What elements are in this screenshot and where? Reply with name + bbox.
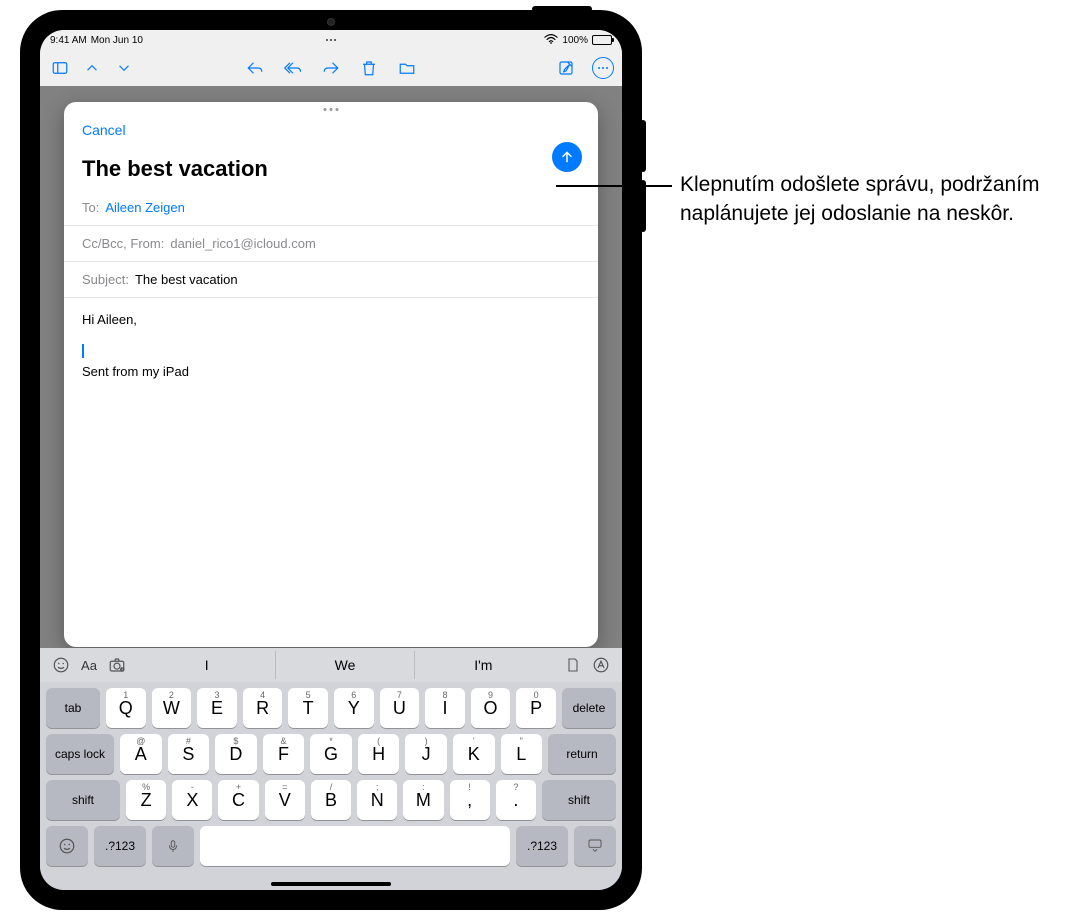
compose-icon[interactable] xyxy=(554,56,578,80)
compose-title: The best vacation xyxy=(82,156,580,182)
to-field[interactable]: To: Aileen Zeigen xyxy=(64,190,598,226)
key-shift-right[interactable]: shift xyxy=(542,780,616,820)
reply-all-icon[interactable] xyxy=(281,56,305,80)
key-k[interactable]: 'K xyxy=(453,734,495,774)
subject-field[interactable]: Subject: The best vacation xyxy=(64,262,598,298)
front-camera xyxy=(327,18,335,26)
key-l[interactable]: "L xyxy=(501,734,543,774)
key-p[interactable]: 0P xyxy=(516,688,556,728)
key-y[interactable]: 6Y xyxy=(334,688,374,728)
home-indicator[interactable] xyxy=(271,882,391,886)
format-text-icon[interactable]: Aa xyxy=(80,656,98,674)
trash-icon[interactable] xyxy=(357,56,381,80)
key-j[interactable]: )J xyxy=(405,734,447,774)
suggestion-word-2[interactable]: We xyxy=(275,651,413,679)
key-n[interactable]: ;N xyxy=(357,780,397,820)
key-comma[interactable]: !, xyxy=(450,780,490,820)
key-delete[interactable]: delete xyxy=(562,688,616,728)
subject-label: Subject: xyxy=(82,272,129,287)
markup-icon[interactable] xyxy=(592,656,610,674)
status-date: Mon Jun 10 xyxy=(91,35,143,46)
volume-down-button xyxy=(640,180,646,232)
key-s[interactable]: #S xyxy=(168,734,210,774)
screen: 9:41 AM Mon Jun 10 100% xyxy=(40,30,622,890)
send-button[interactable] xyxy=(552,142,582,172)
camera-icon[interactable]: + xyxy=(108,656,126,674)
key-h[interactable]: (H xyxy=(358,734,400,774)
key-emoji[interactable] xyxy=(46,826,88,866)
key-dictation[interactable] xyxy=(152,826,194,866)
suggestion-word-3[interactable]: I'm xyxy=(414,651,552,679)
key-c[interactable]: +C xyxy=(218,780,258,820)
chevron-up-icon[interactable] xyxy=(80,56,104,80)
key-b[interactable]: /B xyxy=(311,780,351,820)
suggestion-bar: Aa + I We I'm xyxy=(40,648,622,682)
key-f[interactable]: &F xyxy=(263,734,305,774)
key-e[interactable]: 3E xyxy=(197,688,237,728)
key-hide-keyboard[interactable] xyxy=(574,826,616,866)
key-capslock[interactable]: caps lock xyxy=(46,734,114,774)
key-r[interactable]: 4R xyxy=(243,688,283,728)
key-d[interactable]: $D xyxy=(215,734,257,774)
callout-text: Klepnutím odošlete správu, podržaním nap… xyxy=(680,170,1040,229)
status-bar: 9:41 AM Mon Jun 10 100% xyxy=(40,30,622,50)
ccbcc-label: Cc/Bcc, From: xyxy=(82,236,164,251)
ipad-frame: 9:41 AM Mon Jun 10 100% xyxy=(20,10,642,910)
mail-toolbar xyxy=(40,50,622,86)
ccbcc-field[interactable]: Cc/Bcc, From: daniel_rico1@icloud.com xyxy=(64,226,598,262)
email-body[interactable]: Hi Aileen, Sent from my iPad xyxy=(64,298,598,394)
key-space[interactable] xyxy=(200,826,510,866)
power-button xyxy=(532,6,592,12)
battery-percent: 100% xyxy=(562,35,588,46)
status-more-icon xyxy=(326,39,336,41)
key-q[interactable]: 1Q xyxy=(106,688,146,728)
key-o[interactable]: 9O xyxy=(471,688,511,728)
sidebar-toggle-icon[interactable] xyxy=(48,56,72,80)
key-w[interactable]: 2W xyxy=(152,688,192,728)
cancel-button[interactable]: Cancel xyxy=(82,122,126,156)
to-label: To: xyxy=(82,200,99,215)
wifi-icon xyxy=(544,33,558,48)
emoji-picker-icon[interactable] xyxy=(52,656,70,674)
key-i[interactable]: 8I xyxy=(425,688,465,728)
from-email: daniel_rico1@icloud.com xyxy=(170,236,315,251)
subject-value: The best vacation xyxy=(135,272,238,287)
key-tab[interactable]: tab xyxy=(46,688,100,728)
compose-sheet: Cancel The best vacation To: Aileen Zeig… xyxy=(64,102,598,647)
key-z[interactable]: %Z xyxy=(126,780,166,820)
chevron-down-icon[interactable] xyxy=(112,56,136,80)
key-return[interactable]: return xyxy=(548,734,616,774)
callout-leader-line xyxy=(556,185,672,187)
key-g[interactable]: *G xyxy=(310,734,352,774)
key-a[interactable]: @A xyxy=(120,734,162,774)
folder-icon[interactable] xyxy=(395,56,419,80)
to-recipient[interactable]: Aileen Zeigen xyxy=(105,200,185,215)
key-numbers-left[interactable]: .?123 xyxy=(94,826,146,866)
key-t[interactable]: 5T xyxy=(288,688,328,728)
body-signature: Sent from my iPad xyxy=(82,362,580,383)
battery-icon xyxy=(592,35,612,45)
text-cursor xyxy=(82,344,84,358)
document-scan-icon[interactable] xyxy=(564,656,582,674)
volume-up-button xyxy=(640,120,646,172)
key-period[interactable]: ?. xyxy=(496,780,536,820)
svg-text:+: + xyxy=(121,668,123,672)
key-u[interactable]: 7U xyxy=(380,688,420,728)
reply-icon[interactable] xyxy=(243,56,267,80)
status-time: 9:41 AM xyxy=(50,35,87,46)
forward-icon[interactable] xyxy=(319,56,343,80)
body-greeting: Hi Aileen, xyxy=(82,310,580,331)
keyboard: tab 1Q2W3E4R5T6Y7U8I9O0Pdelete caps lock… xyxy=(40,682,622,890)
key-v[interactable]: =V xyxy=(265,780,305,820)
key-shift-left[interactable]: shift xyxy=(46,780,120,820)
more-options-icon[interactable] xyxy=(592,57,614,79)
suggestion-word-1[interactable]: I xyxy=(138,651,275,679)
key-x[interactable]: -X xyxy=(172,780,212,820)
key-numbers-right[interactable]: .?123 xyxy=(516,826,568,866)
key-m[interactable]: :M xyxy=(403,780,443,820)
